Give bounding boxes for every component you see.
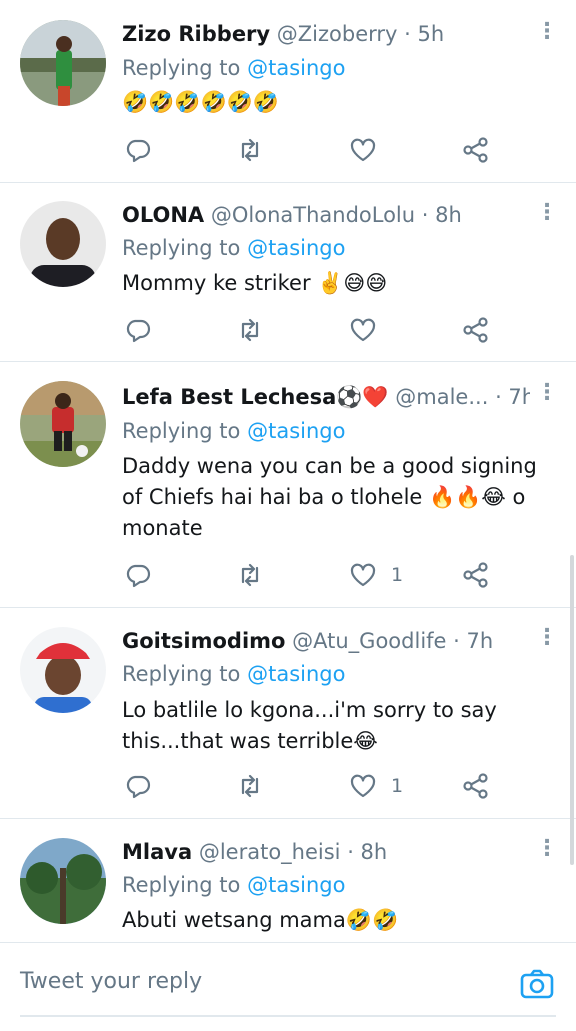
tweet-item[interactable]: Zizo Ribbery @Zizoberry · 5h ⋮ Replying … <box>0 0 576 183</box>
tweet-text: Lo batlile lo kgona...i'm sorry to say t… <box>122 698 497 753</box>
tweet-time: · 7h <box>453 629 494 653</box>
retweet-button[interactable] <box>236 771 264 801</box>
tweet-actions: 1 <box>0 771 576 801</box>
avatar[interactable] <box>20 381 106 467</box>
retweet-icon <box>241 318 259 342</box>
camera-icon[interactable] <box>520 967 554 1001</box>
tweet-text: 🤣🤣🤣🤣🤣🤣 <box>122 90 279 114</box>
author-name[interactable]: Lefa Best Lechesa⚽❤️ <box>122 385 389 409</box>
retweet-button[interactable] <box>236 560 264 590</box>
input-underline <box>20 1015 556 1017</box>
tweet-actions <box>0 135 576 165</box>
replying-to-handle[interactable]: @tasingo <box>247 419 345 443</box>
share-icon <box>463 317 488 343</box>
tweet-header: Zizo Ribbery @Zizoberry · 5h <box>122 19 530 49</box>
like-count: 1 <box>391 564 404 586</box>
tweet-item[interactable]: Goitsimodimo @Atu_Goodlife · 7h ⋮ Replyi… <box>0 608 576 819</box>
replying-prefix: Replying to <box>122 56 241 80</box>
replying-prefix: Replying to <box>122 419 241 443</box>
tweet-header: Goitsimodimo @Atu_Goodlife · 7h <box>122 626 530 656</box>
share-icon <box>463 773 488 799</box>
replying-to-handle[interactable]: @tasingo <box>247 662 345 686</box>
more-vertical-icon[interactable]: ⋮ <box>536 837 558 861</box>
reply-button[interactable] <box>124 771 152 801</box>
avatar[interactable] <box>20 201 106 287</box>
like-count: 1 <box>391 775 404 797</box>
tweet-text: Daddy wena you can be a good signing of … <box>122 454 537 540</box>
share-icon <box>463 137 488 163</box>
avatar[interactable] <box>20 20 106 106</box>
replying-to-handle[interactable]: @tasingo <box>247 56 345 80</box>
tweet-text: Mommy ke striker ✌️😅😅 <box>122 271 388 295</box>
retweet-button[interactable] <box>236 135 264 165</box>
like-button[interactable] <box>349 315 391 345</box>
tweet-actions: 1 <box>0 560 576 590</box>
retweet-icon <box>241 774 259 798</box>
replying-prefix: Replying to <box>122 236 241 260</box>
tweet-header: OLONA @OlonaThandoLolu · 8h <box>122 200 530 230</box>
author-handle[interactable]: @male... <box>395 385 488 409</box>
more-vertical-icon[interactable]: ⋮ <box>536 381 558 405</box>
replying-prefix: Replying to <box>122 662 241 686</box>
retweet-icon <box>241 138 259 162</box>
reply-feed: Zizo Ribbery @Zizoberry · 5h ⋮ Replying … <box>0 0 576 942</box>
tweet-time: · 8h <box>421 203 462 227</box>
replying-to: Replying to @tasingo <box>122 659 345 689</box>
share-button[interactable] <box>462 560 490 590</box>
tweet-item[interactable]: OLONA @OlonaThandoLolu · 8h ⋮ Replying t… <box>0 183 576 362</box>
reply-input[interactable]: Tweet your reply <box>20 969 202 994</box>
share-button[interactable] <box>462 771 490 801</box>
tweet-time: · 5h <box>404 22 445 46</box>
share-button[interactable] <box>462 135 490 165</box>
heart-icon <box>350 318 376 342</box>
author-handle[interactable]: @OlonaThandoLolu <box>211 203 415 227</box>
author-handle[interactable]: @lerato_heisi <box>199 840 341 864</box>
tweet-time: · 7h <box>495 385 530 409</box>
reply-icon <box>126 775 151 799</box>
reply-button[interactable] <box>124 315 152 345</box>
tweet-header: Mlava @lerato_heisi · 8h <box>122 837 530 867</box>
reply-button[interactable] <box>124 135 152 165</box>
replying-to: Replying to @tasingo <box>122 416 345 446</box>
like-button[interactable]: 1 <box>349 560 403 590</box>
reply-button[interactable] <box>124 560 152 590</box>
more-vertical-icon[interactable]: ⋮ <box>536 201 558 225</box>
tweet-time: · 8h <box>347 840 388 864</box>
replying-to: Replying to @tasingo <box>122 870 345 900</box>
replying-to: Replying to @tasingo <box>122 233 345 263</box>
reply-icon <box>126 564 151 588</box>
replying-to: Replying to @tasingo <box>122 53 345 83</box>
reply-icon <box>126 319 151 343</box>
heart-icon <box>350 774 376 798</box>
share-icon <box>463 562 488 588</box>
author-handle[interactable]: @Zizoberry <box>277 22 398 46</box>
replying-to-handle[interactable]: @tasingo <box>247 873 345 897</box>
author-name[interactable]: Goitsimodimo <box>122 629 285 653</box>
tweet-item[interactable]: Mlava @lerato_heisi · 8h ⋮ Replying to @… <box>0 819 576 942</box>
heart-icon <box>350 563 376 587</box>
replying-to-handle[interactable]: @tasingo <box>247 236 345 260</box>
like-button[interactable] <box>349 135 391 165</box>
tweet-actions <box>0 315 576 345</box>
share-button[interactable] <box>462 315 490 345</box>
avatar[interactable] <box>20 838 106 924</box>
tweet-text: Abuti wetsang mama🤣🤣 <box>122 908 399 932</box>
more-vertical-icon[interactable]: ⋮ <box>536 20 558 44</box>
tweet-item[interactable]: Lefa Best Lechesa⚽❤️ @male... · 7h ⋮ Rep… <box>0 362 576 608</box>
heart-icon <box>350 138 376 162</box>
scrollbar[interactable] <box>570 555 574 865</box>
retweet-button[interactable] <box>236 315 264 345</box>
author-name[interactable]: OLONA <box>122 203 204 227</box>
tweet-header: Lefa Best Lechesa⚽❤️ @male... · 7h <box>122 382 530 412</box>
author-name[interactable]: Mlava <box>122 840 192 864</box>
avatar[interactable] <box>20 627 106 713</box>
author-handle[interactable]: @Atu_Goodlife <box>292 629 446 653</box>
retweet-icon <box>241 563 259 587</box>
like-button[interactable]: 1 <box>349 771 403 801</box>
author-name[interactable]: Zizo Ribbery <box>122 22 270 46</box>
reply-compose-bar: Tweet your reply <box>0 942 576 1031</box>
reply-icon <box>126 139 151 163</box>
replying-prefix: Replying to <box>122 873 241 897</box>
more-vertical-icon[interactable]: ⋮ <box>536 626 558 650</box>
